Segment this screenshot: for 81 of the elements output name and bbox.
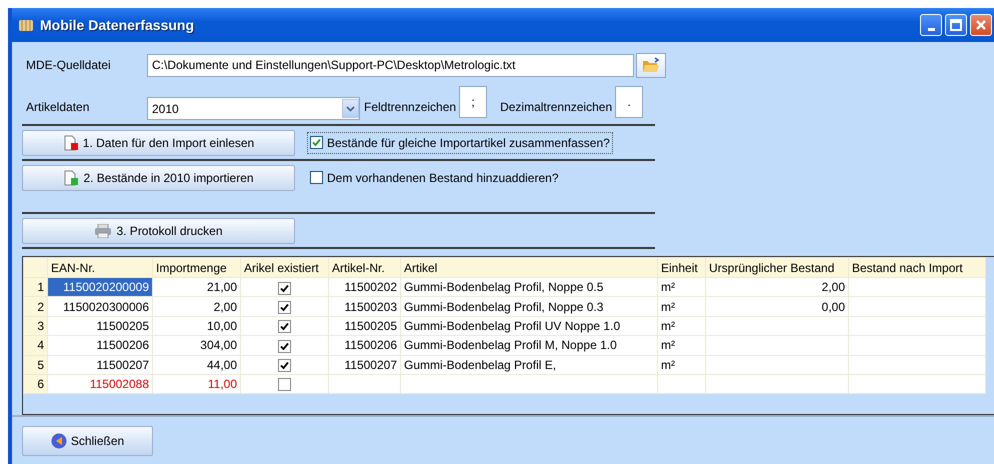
column-header[interactable]: Ursprünglicher Bestand: [706, 258, 848, 278]
close-dialog-button[interactable]: Schließen: [22, 426, 153, 456]
checkbox[interactable]: [278, 359, 291, 372]
close-icon: [975, 19, 987, 31]
column-header[interactable]: Bestand nach Import: [848, 258, 986, 278]
app-icon: [18, 17, 34, 33]
minimize-icon: [928, 28, 934, 30]
table-cell: 11500207: [48, 355, 152, 374]
folder-icon: [642, 57, 660, 73]
back-icon: [50, 433, 67, 449]
table-cell: 11500206: [48, 336, 152, 356]
column-header[interactable]: Einheit: [658, 258, 706, 278]
table-cell: Gummi-Bodenbelag Profil E,: [400, 355, 658, 374]
row-number: 4: [24, 336, 48, 356]
column-header[interactable]: Artikel: [400, 258, 658, 278]
table-cell: m²: [658, 278, 706, 297]
printer-icon: [94, 224, 112, 238]
table-cell: 304,00: [152, 336, 240, 356]
checkbox[interactable]: Dem vorhandenen Bestand hinzuaddieren?: [307, 166, 562, 188]
step-button[interactable]: 3. Protokoll drucken: [22, 218, 295, 244]
table-cell: Gummi-Bodenbelag Profil M, Noppe 1.0: [400, 336, 658, 356]
document-icon: [63, 170, 80, 186]
minimize-button[interactable]: [920, 14, 942, 36]
checkbox[interactable]: [278, 340, 291, 353]
table-cell: 2,00: [706, 278, 848, 297]
checkbox[interactable]: [278, 320, 291, 334]
table-cell: Gummi-Bodenbelag Profil, Noppe 0.3: [400, 296, 658, 316]
column-header[interactable]: Importmenge: [152, 258, 240, 278]
checkmark-icon: [280, 342, 289, 351]
close-button[interactable]: [970, 14, 992, 36]
table-cell: m²: [658, 355, 706, 374]
table-cell: 115002088: [48, 374, 152, 394]
field-separator-field[interactable]: ;: [459, 86, 488, 118]
table-cell: 11500206: [328, 336, 400, 356]
document-icon: [62, 134, 79, 150]
field-label: MDE-Quelldatei: [25, 57, 112, 74]
maximize-button[interactable]: [945, 14, 967, 36]
table-cell: 11,00: [152, 374, 240, 394]
table-cell: 44,00: [152, 355, 240, 374]
table-cell: m²: [658, 296, 706, 316]
decimal-separator-field[interactable]: .: [615, 86, 644, 118]
caret-icon: [346, 106, 355, 112]
table-cell: 11500202: [328, 278, 400, 297]
table-cell: 2,00: [152, 296, 240, 316]
table-cell: 11500203: [328, 296, 400, 316]
table-cell: m²: [658, 316, 706, 336]
table-cell: 11500205: [48, 316, 152, 336]
table-cell: 11500207: [328, 355, 400, 374]
table-cell: 1150020300006: [48, 296, 152, 316]
step-button[interactable]: 2. Bestände in 2010 importieren: [22, 164, 295, 190]
table-cell: 11500205: [328, 316, 400, 336]
field-label: Feldtrennzeichen: [363, 99, 458, 116]
field-label: Dezimaltrennzeichen: [499, 99, 614, 116]
checkbox[interactable]: [278, 378, 291, 392]
article-data-dropdown[interactable]: 2010: [147, 97, 360, 120]
checkbox[interactable]: [278, 300, 291, 314]
checkmark-icon: [280, 322, 289, 332]
row-number: 3: [24, 316, 48, 336]
row-number: 2: [24, 296, 48, 316]
maximize-icon: [950, 19, 962, 31]
table-cell: m²: [658, 336, 706, 356]
checkbox[interactable]: [278, 282, 291, 295]
table-cell: 21,00: [152, 278, 240, 297]
field-label: Artikeldaten: [25, 99, 90, 116]
checkbox[interactable]: Bestände für gleiche Importartikel zusammenfassen?: [307, 132, 613, 154]
column-header[interactable]: Artikel-Nr.: [328, 258, 400, 278]
column-header[interactable]: EAN-Nr.: [48, 258, 152, 278]
table-cell: 0,00: [706, 296, 848, 316]
table-cell: 10,00: [152, 316, 240, 336]
row-number: 6: [24, 374, 48, 394]
row-number: 5: [24, 355, 48, 374]
table-cell: Gummi-Bodenbelag Profil, Noppe 0.5: [400, 278, 658, 297]
table-cell: Gummi-Bodenbelag Profil UV Noppe 1.0: [400, 316, 658, 336]
file-path-field[interactable]: C:\Dokumente und Einstellungen\Support-PC\Desktop\Metrologic.txt: [147, 54, 634, 76]
step-button[interactable]: 1. Daten für den Import einlesen: [22, 130, 295, 156]
table-cell: 1150020200009: [48, 278, 152, 297]
row-number: 1: [24, 278, 48, 297]
window-title: Mobile Datenerfassung: [40, 16, 194, 35]
column-header[interactable]: Arikel existiert: [240, 258, 328, 278]
checkmark-icon: [280, 361, 289, 370]
checkmark-icon: [312, 138, 321, 147]
